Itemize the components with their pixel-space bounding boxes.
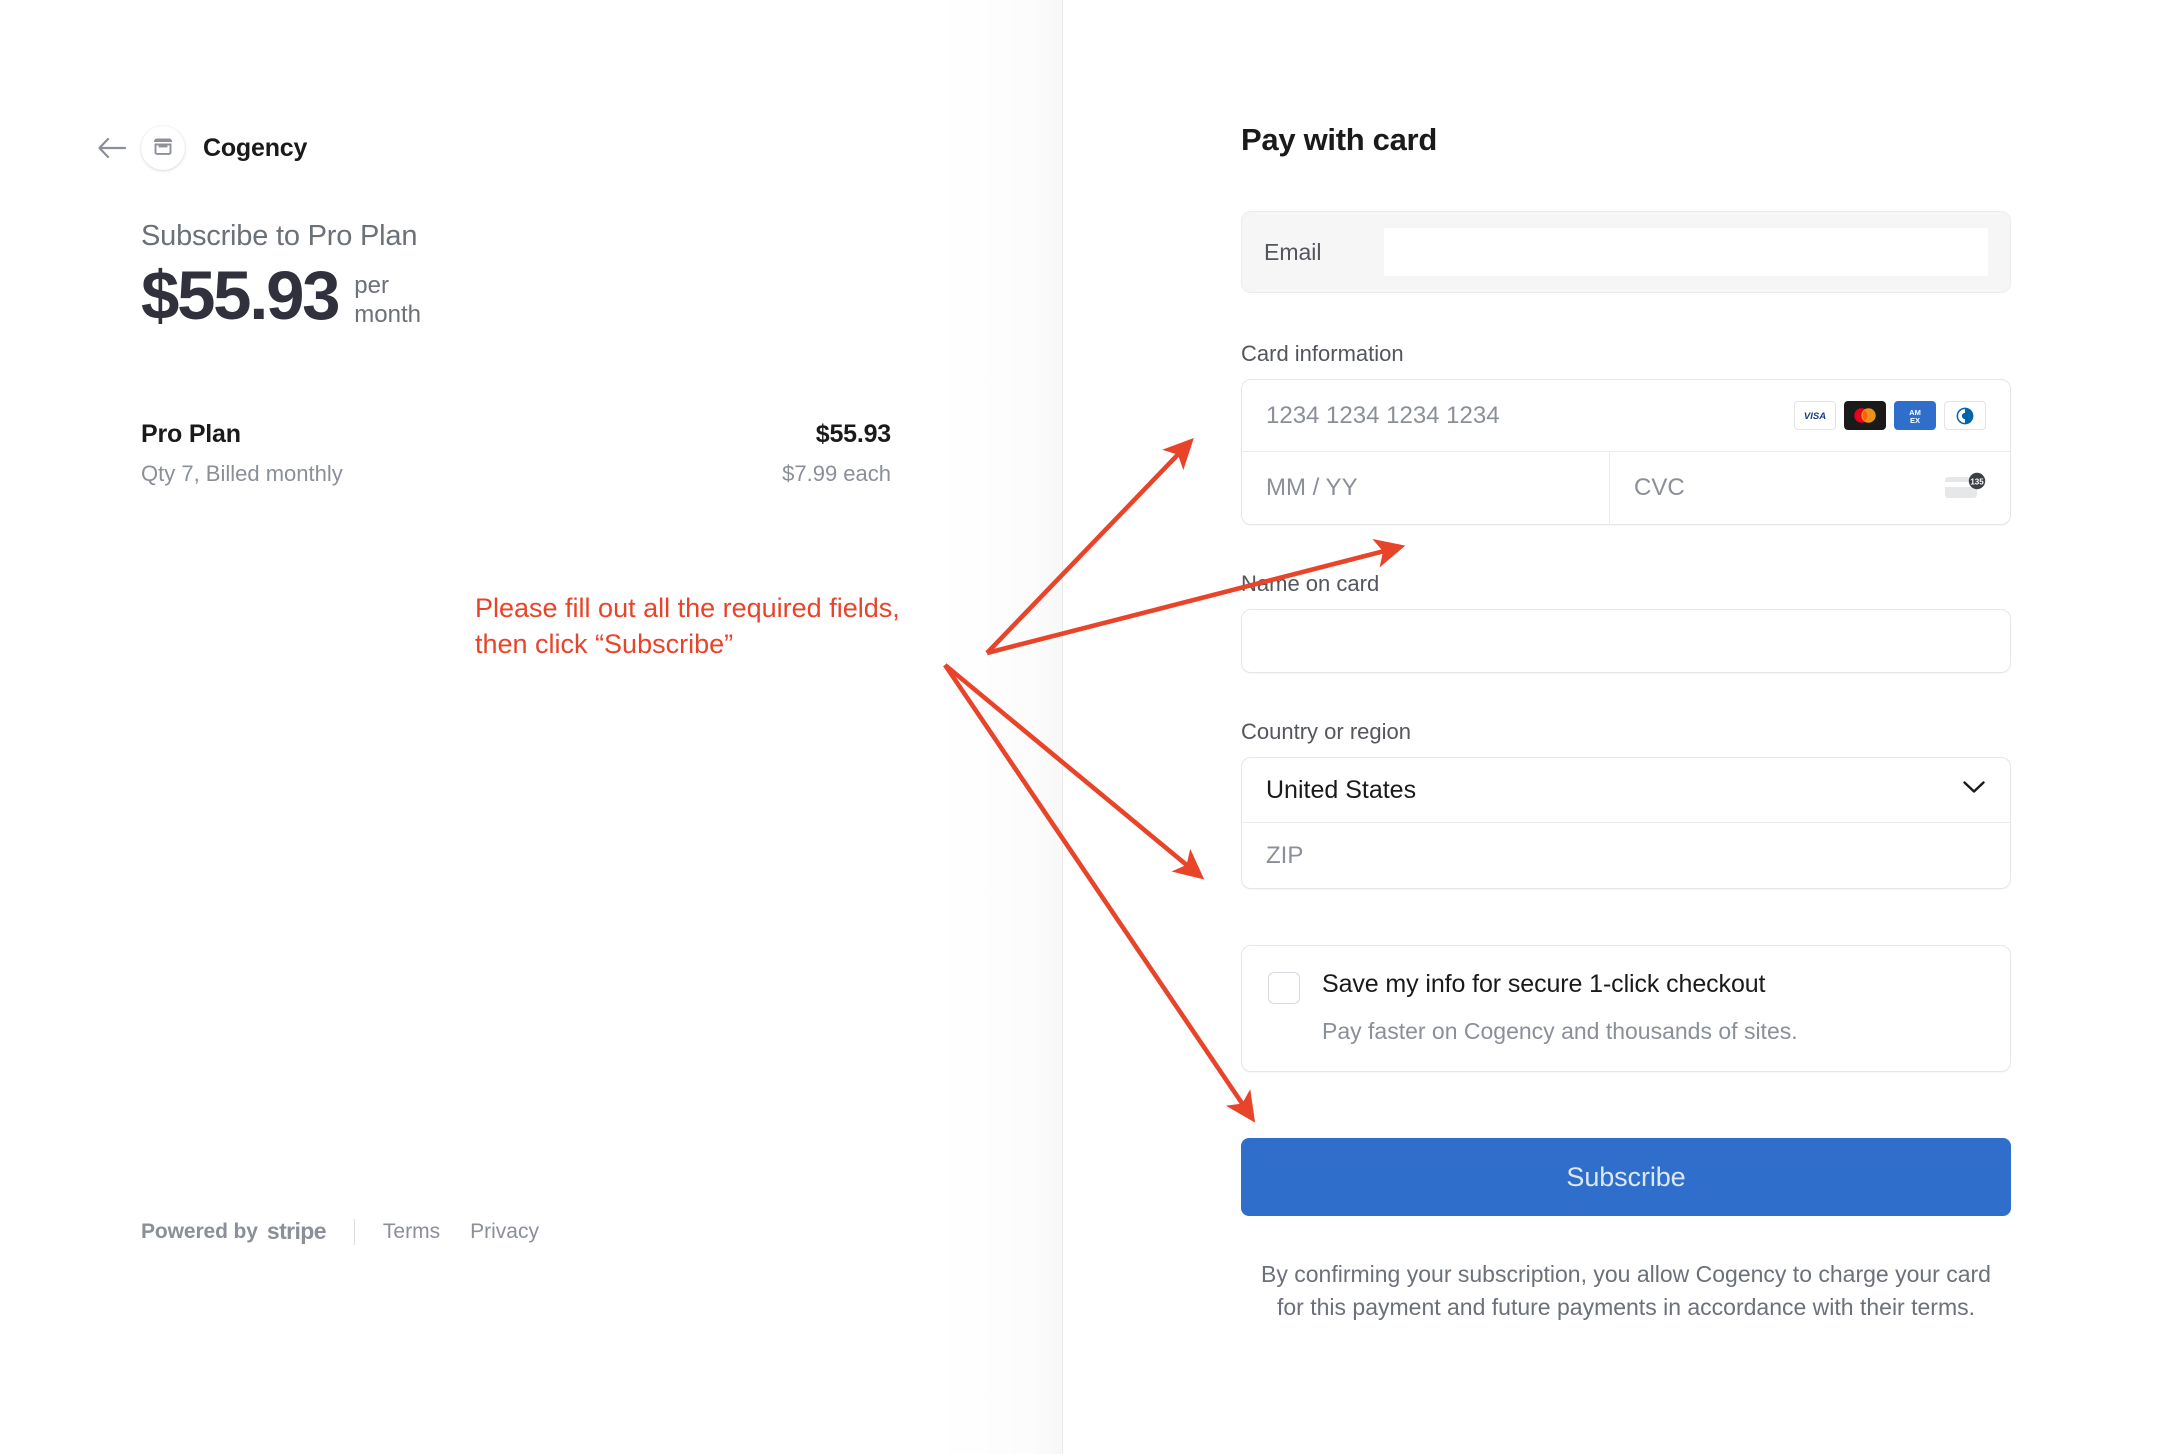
expiry-cell xyxy=(1242,452,1610,524)
email-label: Email xyxy=(1264,239,1384,266)
page-title: Subscribe to Pro Plan xyxy=(141,220,921,253)
mastercard-icon xyxy=(1844,401,1886,430)
price-period-line2: month xyxy=(354,300,421,329)
back-arrow-icon[interactable] xyxy=(95,131,129,165)
stripe-checkout-page: Cogency Subscribe to Pro Plan $55.93 per… xyxy=(0,0,2178,1454)
email-input[interactable] xyxy=(1384,228,1988,276)
country-zip-group: United States xyxy=(1241,757,2011,889)
visa-icon: VISA xyxy=(1794,401,1836,430)
name-on-card-input[interactable] xyxy=(1241,609,2011,673)
card-information-section: Card information VISA xyxy=(1241,341,2011,525)
line-item-qty: Qty 7, Billed monthly xyxy=(141,461,343,487)
line-item-price: $55.93 xyxy=(782,420,891,449)
price-display: $55.93 per month xyxy=(141,259,921,334)
card-input-group: VISA xyxy=(1241,379,2011,525)
name-on-card-label: Name on card xyxy=(1241,571,2011,597)
save-info-label: Save my info for secure 1-click checkout xyxy=(1322,970,1765,999)
line-item-right: $55.93 $7.99 each xyxy=(782,420,891,487)
order-summary-panel: Cogency Subscribe to Pro Plan $55.93 per… xyxy=(0,0,1063,1454)
save-info-box[interactable]: Save my info for secure 1-click checkout… xyxy=(1241,945,2011,1072)
terms-link[interactable]: Terms xyxy=(383,1220,440,1244)
card-brand-icons: VISA xyxy=(1794,401,1986,430)
storefront-icon xyxy=(151,134,175,163)
country-section: Country or region United States xyxy=(1241,719,2011,889)
chevron-down-icon xyxy=(1962,780,1986,800)
country-select[interactable]: United States xyxy=(1242,758,2010,823)
save-info-sublabel: Pay faster on Cogency and thousands of s… xyxy=(1322,1018,1984,1045)
legal-disclaimer: By confirming your subscription, you all… xyxy=(1241,1258,2011,1325)
merchant-name: Cogency xyxy=(203,134,307,163)
amex-icon: AM EX xyxy=(1894,401,1936,430)
merchant-logo xyxy=(141,126,185,170)
zip-input[interactable] xyxy=(1266,842,1986,870)
line-item-left: Pro Plan Qty 7, Billed monthly xyxy=(141,420,343,487)
zip-row xyxy=(1242,823,2010,888)
merchant-header: Cogency xyxy=(141,126,921,170)
annotation-line-2: then click “Subscribe” xyxy=(475,629,733,659)
cvc-hint-icon: 135 xyxy=(1944,471,1986,506)
line-item-name: Pro Plan xyxy=(141,420,343,449)
card-expiry-input[interactable] xyxy=(1266,474,1585,502)
svg-text:135: 135 xyxy=(1970,477,1984,486)
privacy-link[interactable]: Privacy xyxy=(470,1220,539,1244)
footer-divider xyxy=(354,1219,355,1245)
line-item: Pro Plan Qty 7, Billed monthly $55.93 $7… xyxy=(141,420,891,487)
name-on-card-section: Name on card xyxy=(1241,571,2011,673)
footer: Powered by stripe Terms Privacy xyxy=(141,1218,569,1245)
cvc-cell: 135 xyxy=(1610,452,2010,524)
annotation-line-1: Please fill out all the required fields, xyxy=(475,593,900,623)
svg-text:EX: EX xyxy=(1910,416,1920,425)
expiry-cvc-row: 135 xyxy=(1242,452,2010,524)
card-cvc-input[interactable] xyxy=(1634,474,1944,502)
powered-by-label: Powered by xyxy=(141,1220,258,1244)
stripe-wordmark: stripe xyxy=(267,1218,326,1245)
svg-text:VISA: VISA xyxy=(1804,411,1826,421)
price-period: per month xyxy=(354,271,421,330)
line-item-unit-price: $7.99 each xyxy=(782,461,891,487)
email-field-group: Email xyxy=(1241,211,2011,293)
price-period-line1: per xyxy=(354,271,421,300)
pay-with-card-title: Pay with card xyxy=(1241,122,2011,158)
country-selected-value: United States xyxy=(1266,776,1962,805)
card-number-row: VISA xyxy=(1242,380,2010,452)
subscribe-button[interactable]: Subscribe xyxy=(1241,1138,2011,1216)
card-information-label: Card information xyxy=(1241,341,2011,367)
payment-form-panel: Pay with card Email Card information VIS… xyxy=(1063,0,2178,1454)
save-info-checkbox[interactable] xyxy=(1268,972,1300,1004)
country-label: Country or region xyxy=(1241,719,2011,745)
annotation-callout: Please fill out all the required fields,… xyxy=(475,590,900,663)
diners-club-icon xyxy=(1944,401,1986,430)
card-number-input[interactable] xyxy=(1266,402,1794,430)
price-amount: $55.93 xyxy=(141,259,338,334)
